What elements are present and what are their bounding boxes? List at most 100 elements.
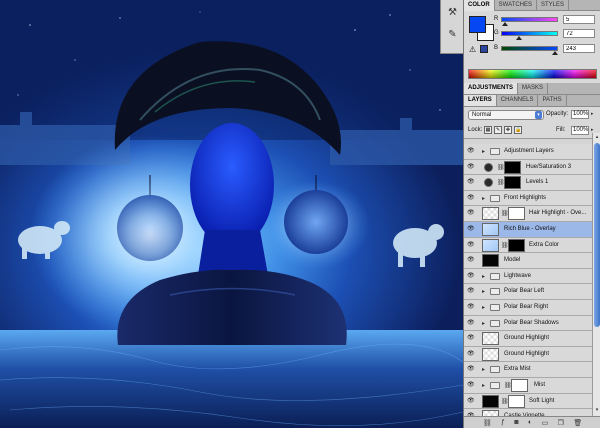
- visibility-eye-icon[interactable]: 👁: [467, 382, 475, 389]
- adjustment-icon[interactable]: [484, 178, 493, 188]
- layer-row[interactable]: 👁 ▸ Lightwave: [464, 268, 592, 285]
- visibility-eye-icon[interactable]: 👁: [467, 288, 475, 295]
- layer-row[interactable]: 👁 ▸ ⛓ Mist: [464, 377, 592, 394]
- red-value-input[interactable]: [563, 15, 595, 24]
- gamut-warning-chip[interactable]: [480, 45, 488, 53]
- layer-mask-thumbnail[interactable]: [508, 238, 525, 252]
- trash-icon[interactable]: 🗑: [573, 419, 582, 427]
- lock-transparent-icon[interactable]: ▦: [484, 126, 492, 134]
- tab-channels[interactable]: CHANNELS: [497, 95, 539, 106]
- layer-thumbnail[interactable]: [482, 207, 499, 221]
- layers-scrollbar[interactable]: ▴ ▾: [592, 133, 600, 416]
- tab-swatches[interactable]: SWATCHES: [495, 0, 538, 11]
- visibility-eye-icon[interactable]: 👁: [467, 335, 475, 342]
- brush-preset-icon[interactable]: ✎: [445, 28, 460, 42]
- blue-slider[interactable]: [501, 46, 558, 51]
- layer-row[interactable]: 👁 ▸ Front Highlights: [464, 190, 592, 207]
- layer-row[interactable]: 👁 ⛓ Hair Highlight - Ove...: [464, 206, 592, 222]
- visibility-eye-icon[interactable]: 👁: [467, 304, 475, 311]
- opacity-input[interactable]: 100%: [571, 110, 589, 119]
- visibility-eye-icon[interactable]: 👁: [467, 242, 475, 249]
- visibility-eye-icon[interactable]: 👁: [467, 398, 475, 405]
- expand-triangle-icon[interactable]: ▸: [482, 382, 485, 389]
- tab-adjustments[interactable]: ADJUSTMENTS: [464, 83, 519, 94]
- visibility-eye-icon[interactable]: 👁: [467, 195, 475, 202]
- opacity-arrow-icon[interactable]: ▸: [591, 111, 594, 117]
- layer-row[interactable]: 👁 ⛓ Soft Light: [464, 393, 592, 410]
- new-group-icon[interactable]: ▭: [542, 419, 549, 427]
- visibility-eye-icon[interactable]: 👁: [467, 320, 475, 327]
- layer-row[interactable]: 👁Castle Vignette: [464, 409, 592, 416]
- expand-triangle-icon[interactable]: ▸: [482, 320, 485, 327]
- layer-row[interactable]: 👁 Rich Blue - Overlay: [464, 221, 592, 238]
- lock-all-icon[interactable]: 🔒: [514, 126, 522, 134]
- gamut-warning-icon[interactable]: ⚠: [469, 45, 476, 54]
- green-slider[interactable]: [501, 31, 558, 36]
- layer-row[interactable]: 👁 ▸ Extra Mist: [464, 362, 592, 378]
- layer-mask-thumbnail[interactable]: [504, 176, 521, 190]
- expand-triangle-icon[interactable]: ▸: [482, 304, 485, 311]
- layer-row[interactable]: 👁 ⛓ Hue/Saturation 3: [464, 159, 592, 176]
- scroll-thumb[interactable]: [594, 143, 600, 327]
- expand-triangle-icon[interactable]: ▸: [482, 195, 485, 202]
- visibility-eye-icon[interactable]: 👁: [467, 164, 475, 171]
- red-slider-knob[interactable]: [502, 22, 508, 26]
- adjustment-icon[interactable]: [484, 162, 493, 172]
- layer-mask-thumbnail[interactable]: [511, 378, 528, 392]
- layer-row[interactable]: 👁 Ground Highlight: [464, 346, 592, 363]
- visibility-eye-icon[interactable]: 👁: [467, 226, 475, 233]
- layer-row[interactable]: 👁 ▸ Polar Bear Shadows: [464, 315, 592, 332]
- visibility-eye-icon[interactable]: 👁: [467, 257, 475, 264]
- scroll-down-icon[interactable]: ▾: [594, 407, 600, 415]
- scroll-up-icon[interactable]: ▴: [594, 134, 600, 142]
- visibility-eye-icon[interactable]: 👁: [467, 179, 475, 186]
- fill-input[interactable]: 100%: [571, 126, 589, 135]
- layer-row[interactable]: 👁 ▸ Polar Bear Left: [464, 284, 592, 300]
- layer-row[interactable]: 👁 ⛓ Levels 1: [464, 175, 592, 191]
- layer-row[interactable]: 👁 Ground Highlight: [464, 331, 592, 347]
- layer-thumbnail[interactable]: [482, 394, 499, 408]
- blue-value-input[interactable]: [563, 44, 595, 53]
- layer-thumbnail[interactable]: [482, 254, 499, 268]
- layer-row[interactable]: 👁 ▸ Polar Bear Right: [464, 299, 592, 316]
- layer-thumbnail[interactable]: [482, 332, 499, 346]
- visibility-eye-icon[interactable]: 👁: [467, 366, 475, 373]
- new-adjustment-icon[interactable]: ◐: [528, 419, 532, 426]
- tool-preset-icon[interactable]: ⚒: [445, 6, 460, 20]
- layer-row[interactable]: 👁 ⛓ Extra Color: [464, 237, 592, 254]
- red-slider[interactable]: [501, 17, 558, 22]
- layer-style-icon[interactable]: ƒ: [501, 419, 505, 426]
- expand-triangle-icon[interactable]: ▸: [482, 273, 485, 280]
- expand-triangle-icon[interactable]: ▸: [482, 148, 485, 155]
- blend-mode-select[interactable]: Normal ▾: [468, 110, 544, 120]
- foreground-color-swatch[interactable]: [469, 16, 486, 33]
- visibility-eye-icon[interactable]: 👁: [467, 351, 475, 358]
- link-layers-icon[interactable]: ⛓: [483, 419, 492, 427]
- tab-styles[interactable]: STYLES: [537, 0, 570, 11]
- tab-color[interactable]: COLOR: [464, 0, 495, 11]
- green-slider-knob[interactable]: [516, 36, 522, 40]
- new-layer-icon[interactable]: ❐: [558, 419, 564, 427]
- layer-thumbnail[interactable]: [482, 347, 499, 361]
- tab-layers[interactable]: LAYERS: [464, 95, 497, 106]
- lock-position-icon[interactable]: ✥: [504, 126, 512, 134]
- visibility-eye-icon[interactable]: 👁: [467, 273, 475, 280]
- layer-mask-thumbnail[interactable]: [508, 207, 525, 221]
- layer-mask-thumbnail[interactable]: [508, 394, 525, 408]
- green-value-input[interactable]: [563, 29, 595, 38]
- layer-thumbnail[interactable]: [482, 238, 499, 252]
- visibility-eye-icon[interactable]: 👁: [467, 210, 475, 217]
- document-canvas[interactable]: [0, 0, 463, 428]
- blue-slider-knob[interactable]: [552, 51, 558, 55]
- layer-row[interactable]: 👁 Model: [464, 253, 592, 269]
- layer-row[interactable]: 👁 ▸ Adjustment Layers: [464, 144, 592, 160]
- lock-image-icon[interactable]: ✎: [494, 126, 502, 134]
- color-spectrum-ramp[interactable]: [468, 69, 597, 79]
- add-mask-icon[interactable]: ◙: [514, 419, 518, 426]
- layer-mask-thumbnail[interactable]: [504, 160, 521, 174]
- expand-triangle-icon[interactable]: ▸: [482, 366, 485, 373]
- tab-masks[interactable]: MASKS: [518, 83, 549, 94]
- layer-thumbnail[interactable]: [482, 222, 499, 236]
- visibility-eye-icon[interactable]: 👁: [467, 148, 475, 155]
- tab-paths[interactable]: PATHS: [538, 95, 567, 106]
